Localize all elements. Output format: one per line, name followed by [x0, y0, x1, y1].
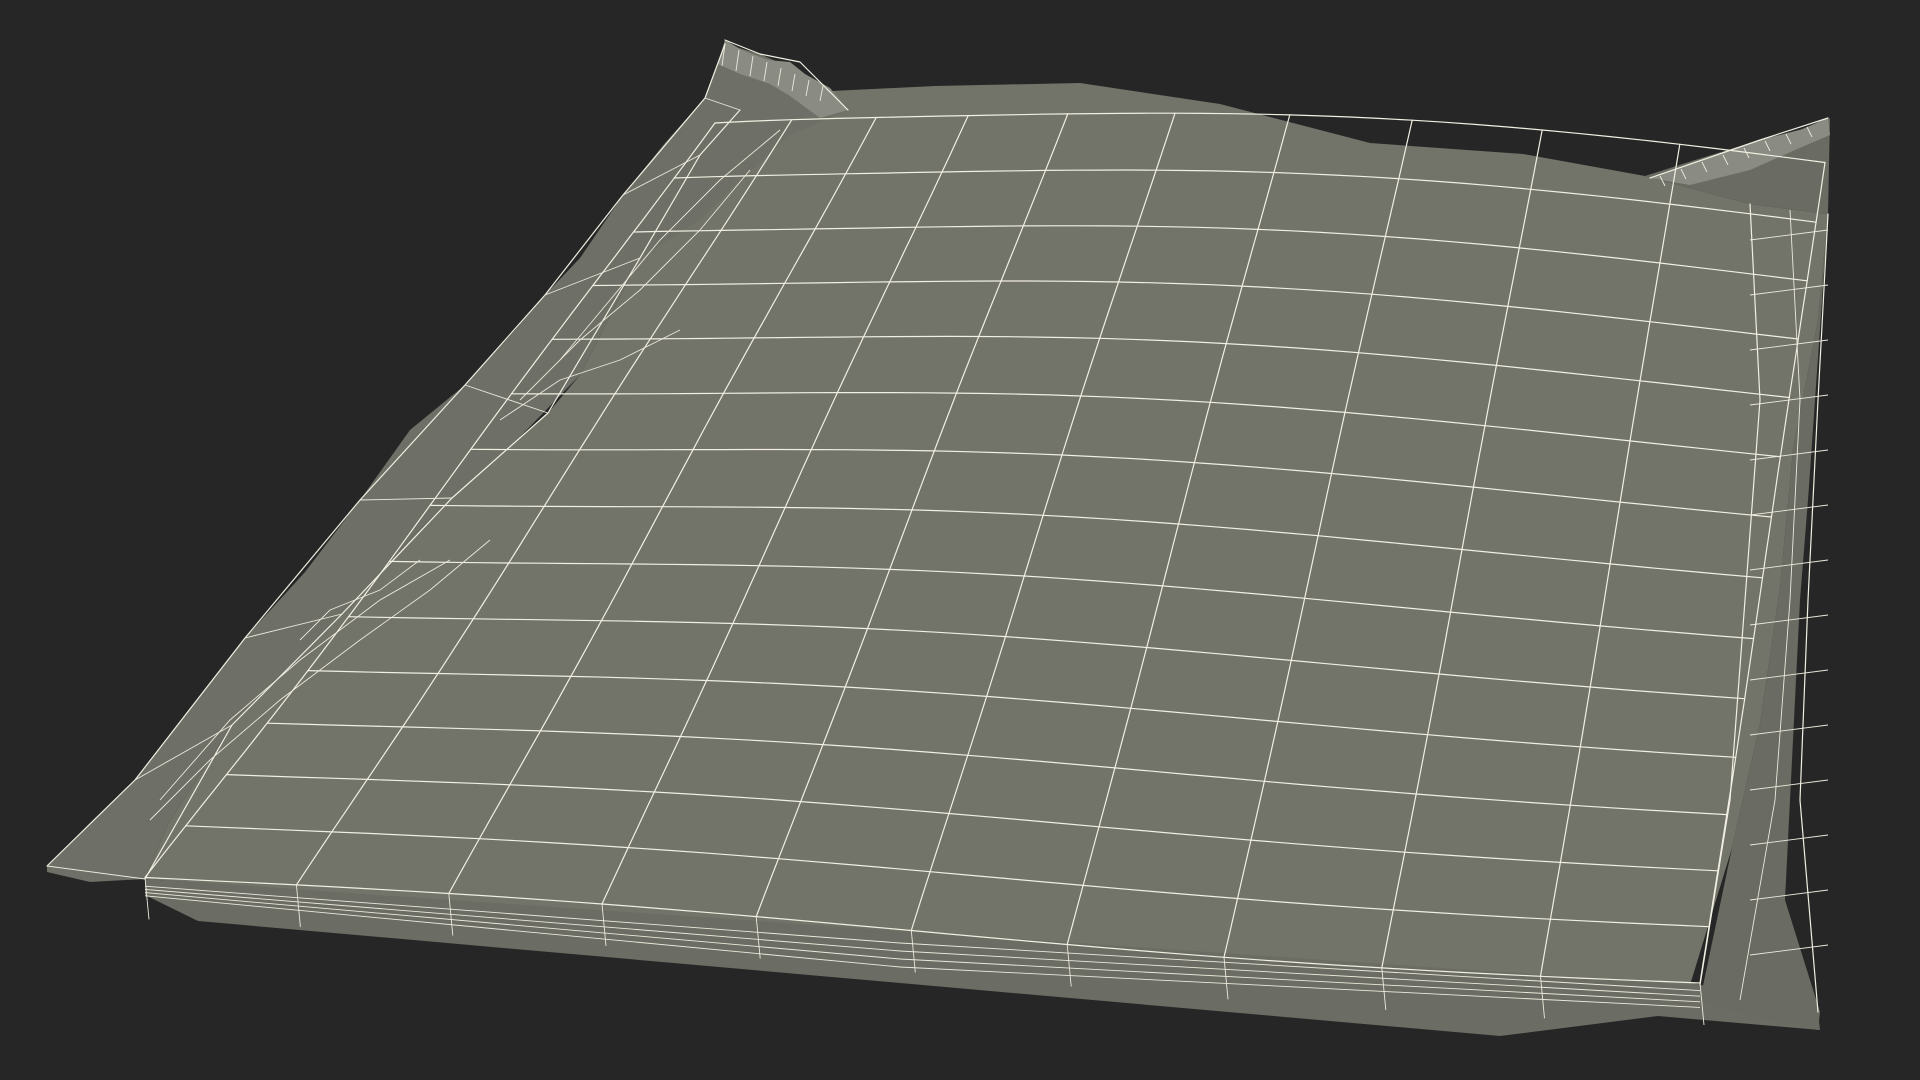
pouch-wireframe-mesh [46, 39, 1830, 1036]
render-viewport [0, 0, 1920, 1080]
